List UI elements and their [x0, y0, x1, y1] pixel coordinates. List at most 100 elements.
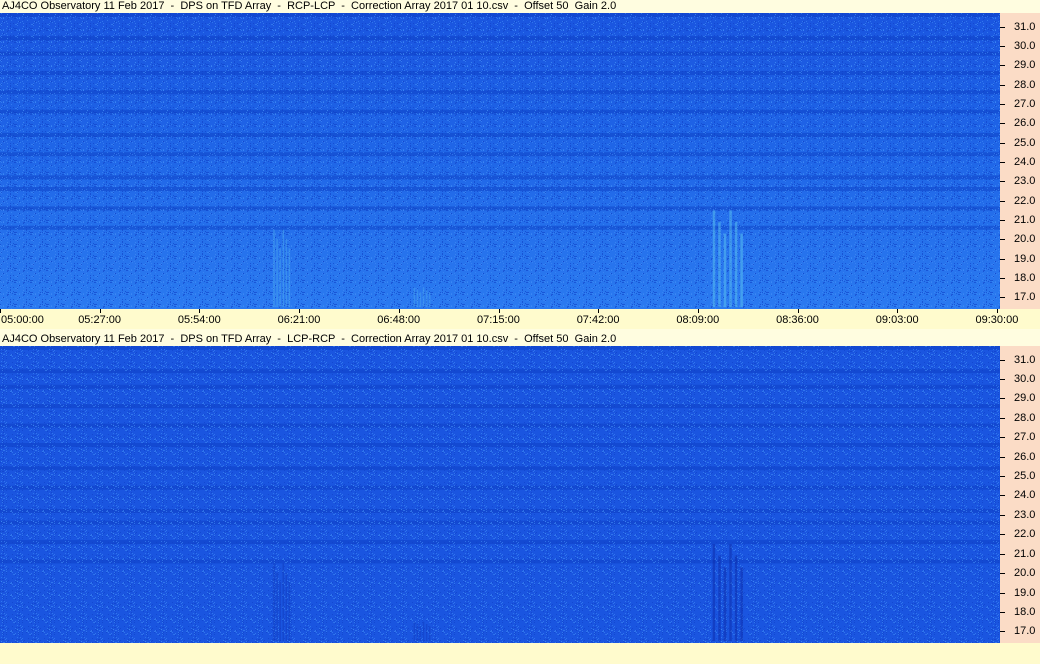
time-tick-label: 08:09:00 [676, 314, 720, 326]
time-axis: 05:00:00 05:27:00 05:54:00 06:21:00 06:48:00… [0, 309, 1040, 329]
frequency-tick-label: 31.0 [1014, 353, 1036, 366]
tick-mark [1000, 297, 1005, 299]
frequency-tick-label: 25.0 [1014, 470, 1036, 483]
time-tick-label: 09:03:00 [875, 314, 919, 326]
burst-stripe [734, 221, 738, 308]
burst-stripe [740, 233, 743, 308]
frequency-axis-lcp-rcp: 31.0 30.0 29.0 28.0 27.0 26.0 25.0 24.0 23.0 22.0… [1000, 346, 1040, 643]
burst-stripe [273, 229, 275, 308]
time-tick-mark [299, 309, 301, 313]
time-tick-mark [398, 309, 400, 313]
frequency-tick: 21.0 [1000, 214, 1040, 228]
frequency-tick-label: 26.0 [1014, 450, 1036, 463]
burst-stripe [422, 287, 425, 308]
panel-title-rcp-lcp: AJ4CO Observatory 11 Feb 2017 - DPS on T… [2, 0, 617, 12]
spectrogram-rcp-lcp[interactable] [0, 13, 1000, 309]
time-tick-label: 06:48:00 [377, 314, 421, 326]
tick-mark [1000, 258, 1005, 260]
burst-stripe [428, 292, 431, 308]
time-tick-label: 05:00:00 [1, 314, 44, 326]
time-tick-label: 05:27:00 [78, 314, 122, 326]
tick-mark [1000, 65, 1005, 67]
time-tick-label: 09:30:00 [975, 314, 1019, 326]
time-tick-mark [997, 309, 998, 313]
burst-stripe [425, 290, 428, 308]
burst-stripe [729, 210, 732, 308]
time-tick-mark [199, 309, 201, 313]
time-tick-mark [498, 309, 500, 313]
frequency-tick: 22.0 [1000, 195, 1040, 209]
frequency-tick-label: 22.0 [1014, 194, 1036, 207]
frequency-tick-label: 27.0 [1014, 97, 1036, 110]
burst-stripe [413, 287, 416, 308]
frequency-tick: 19.0 [1000, 253, 1040, 267]
burst-stripe [279, 248, 281, 308]
burst-stripe [422, 621, 425, 642]
tick-mark [1000, 359, 1005, 361]
frequency-tick-label: 28.0 [1014, 411, 1036, 424]
burst-stripe [285, 572, 288, 642]
time-tick-label: 07:42:00 [576, 314, 620, 326]
frequency-tick: 29.0 [1000, 59, 1040, 73]
spectrogram-noise [0, 13, 1000, 309]
burst-stripe [279, 582, 281, 642]
burst-stripe [723, 567, 727, 642]
tick-mark [1000, 534, 1005, 536]
tick-mark [1000, 553, 1005, 555]
frequency-tick: 25.0 [1000, 470, 1040, 484]
frequency-tick-label: 21.0 [1014, 214, 1036, 226]
frequency-tick: 30.0 [1000, 40, 1040, 54]
frequency-tick-label: 20.0 [1014, 233, 1036, 246]
frequency-tick: 17.0 [1000, 625, 1040, 639]
burst-stripe [282, 229, 284, 308]
frequency-tick: 23.0 [1000, 509, 1040, 523]
frequency-tick: 30.0 [1000, 373, 1040, 387]
frequency-tick-label: 29.0 [1014, 392, 1036, 405]
frequency-tick-label: 25.0 [1014, 136, 1036, 149]
frequency-tick: 27.0 [1000, 98, 1040, 112]
frequency-tick-label: 24.0 [1014, 155, 1036, 168]
spectrogram-lcp-rcp-plot [0, 346, 1000, 643]
tick-mark [1000, 592, 1005, 594]
burst-stripe [276, 572, 278, 642]
burst-stripe [425, 623, 428, 642]
burst-stripe [718, 555, 721, 642]
tick-mark [1000, 514, 1005, 516]
frequency-tick: 17.0 [1000, 291, 1040, 305]
frequency-tick: 26.0 [1000, 451, 1040, 465]
frequency-tick-label: 29.0 [1014, 59, 1036, 72]
tick-mark [1000, 476, 1005, 478]
tick-mark [1000, 220, 1005, 221]
frequency-tick-label: 18.0 [1014, 272, 1036, 285]
frequency-tick-label: 19.0 [1014, 586, 1036, 599]
frequency-tick-label: 20.0 [1014, 567, 1036, 580]
burst-stripe [288, 582, 291, 642]
frequency-tick-label: 17.0 [1014, 625, 1036, 638]
frequency-tick-label: 30.0 [1014, 373, 1036, 385]
burst-stripe [419, 626, 422, 642]
spectrogram-noise [0, 346, 1000, 643]
frequency-tick: 29.0 [1000, 392, 1040, 406]
time-tick-label: 05:54:00 [177, 314, 221, 326]
tick-mark [1000, 379, 1005, 380]
frequency-tick: 28.0 [1000, 412, 1040, 426]
frequency-tick: 25.0 [1000, 137, 1040, 151]
tick-mark [1000, 398, 1005, 400]
frequency-tick-label: 27.0 [1014, 431, 1036, 444]
tick-mark [1000, 611, 1005, 613]
frequency-axis-rcp-lcp: 31.0 30.0 29.0 28.0 27.0 26.0 25.0 24.0 23.0 22.0… [1000, 13, 1040, 309]
frequency-tick-label: 21.0 [1014, 547, 1036, 560]
time-tick-mark [598, 309, 600, 313]
panel-title-lcp-rcp: AJ4CO Observatory 11 Feb 2017 - DPS on T… [2, 333, 617, 345]
tick-mark [1000, 45, 1005, 47]
frequency-tick-label: 24.0 [1014, 489, 1036, 502]
time-tick-mark [797, 309, 799, 313]
burst-stripe [416, 290, 419, 308]
frequency-tick: 21.0 [1000, 548, 1040, 562]
tick-mark [1000, 573, 1005, 575]
time-tick-label: 07:15:00 [477, 314, 520, 326]
frequency-tick: 20.0 [1000, 233, 1040, 247]
time-tick-label: 08:36:00 [776, 314, 819, 326]
spectrogram-lcp-rcp[interactable] [0, 346, 1000, 643]
frequency-tick: 31.0 [1000, 354, 1040, 368]
